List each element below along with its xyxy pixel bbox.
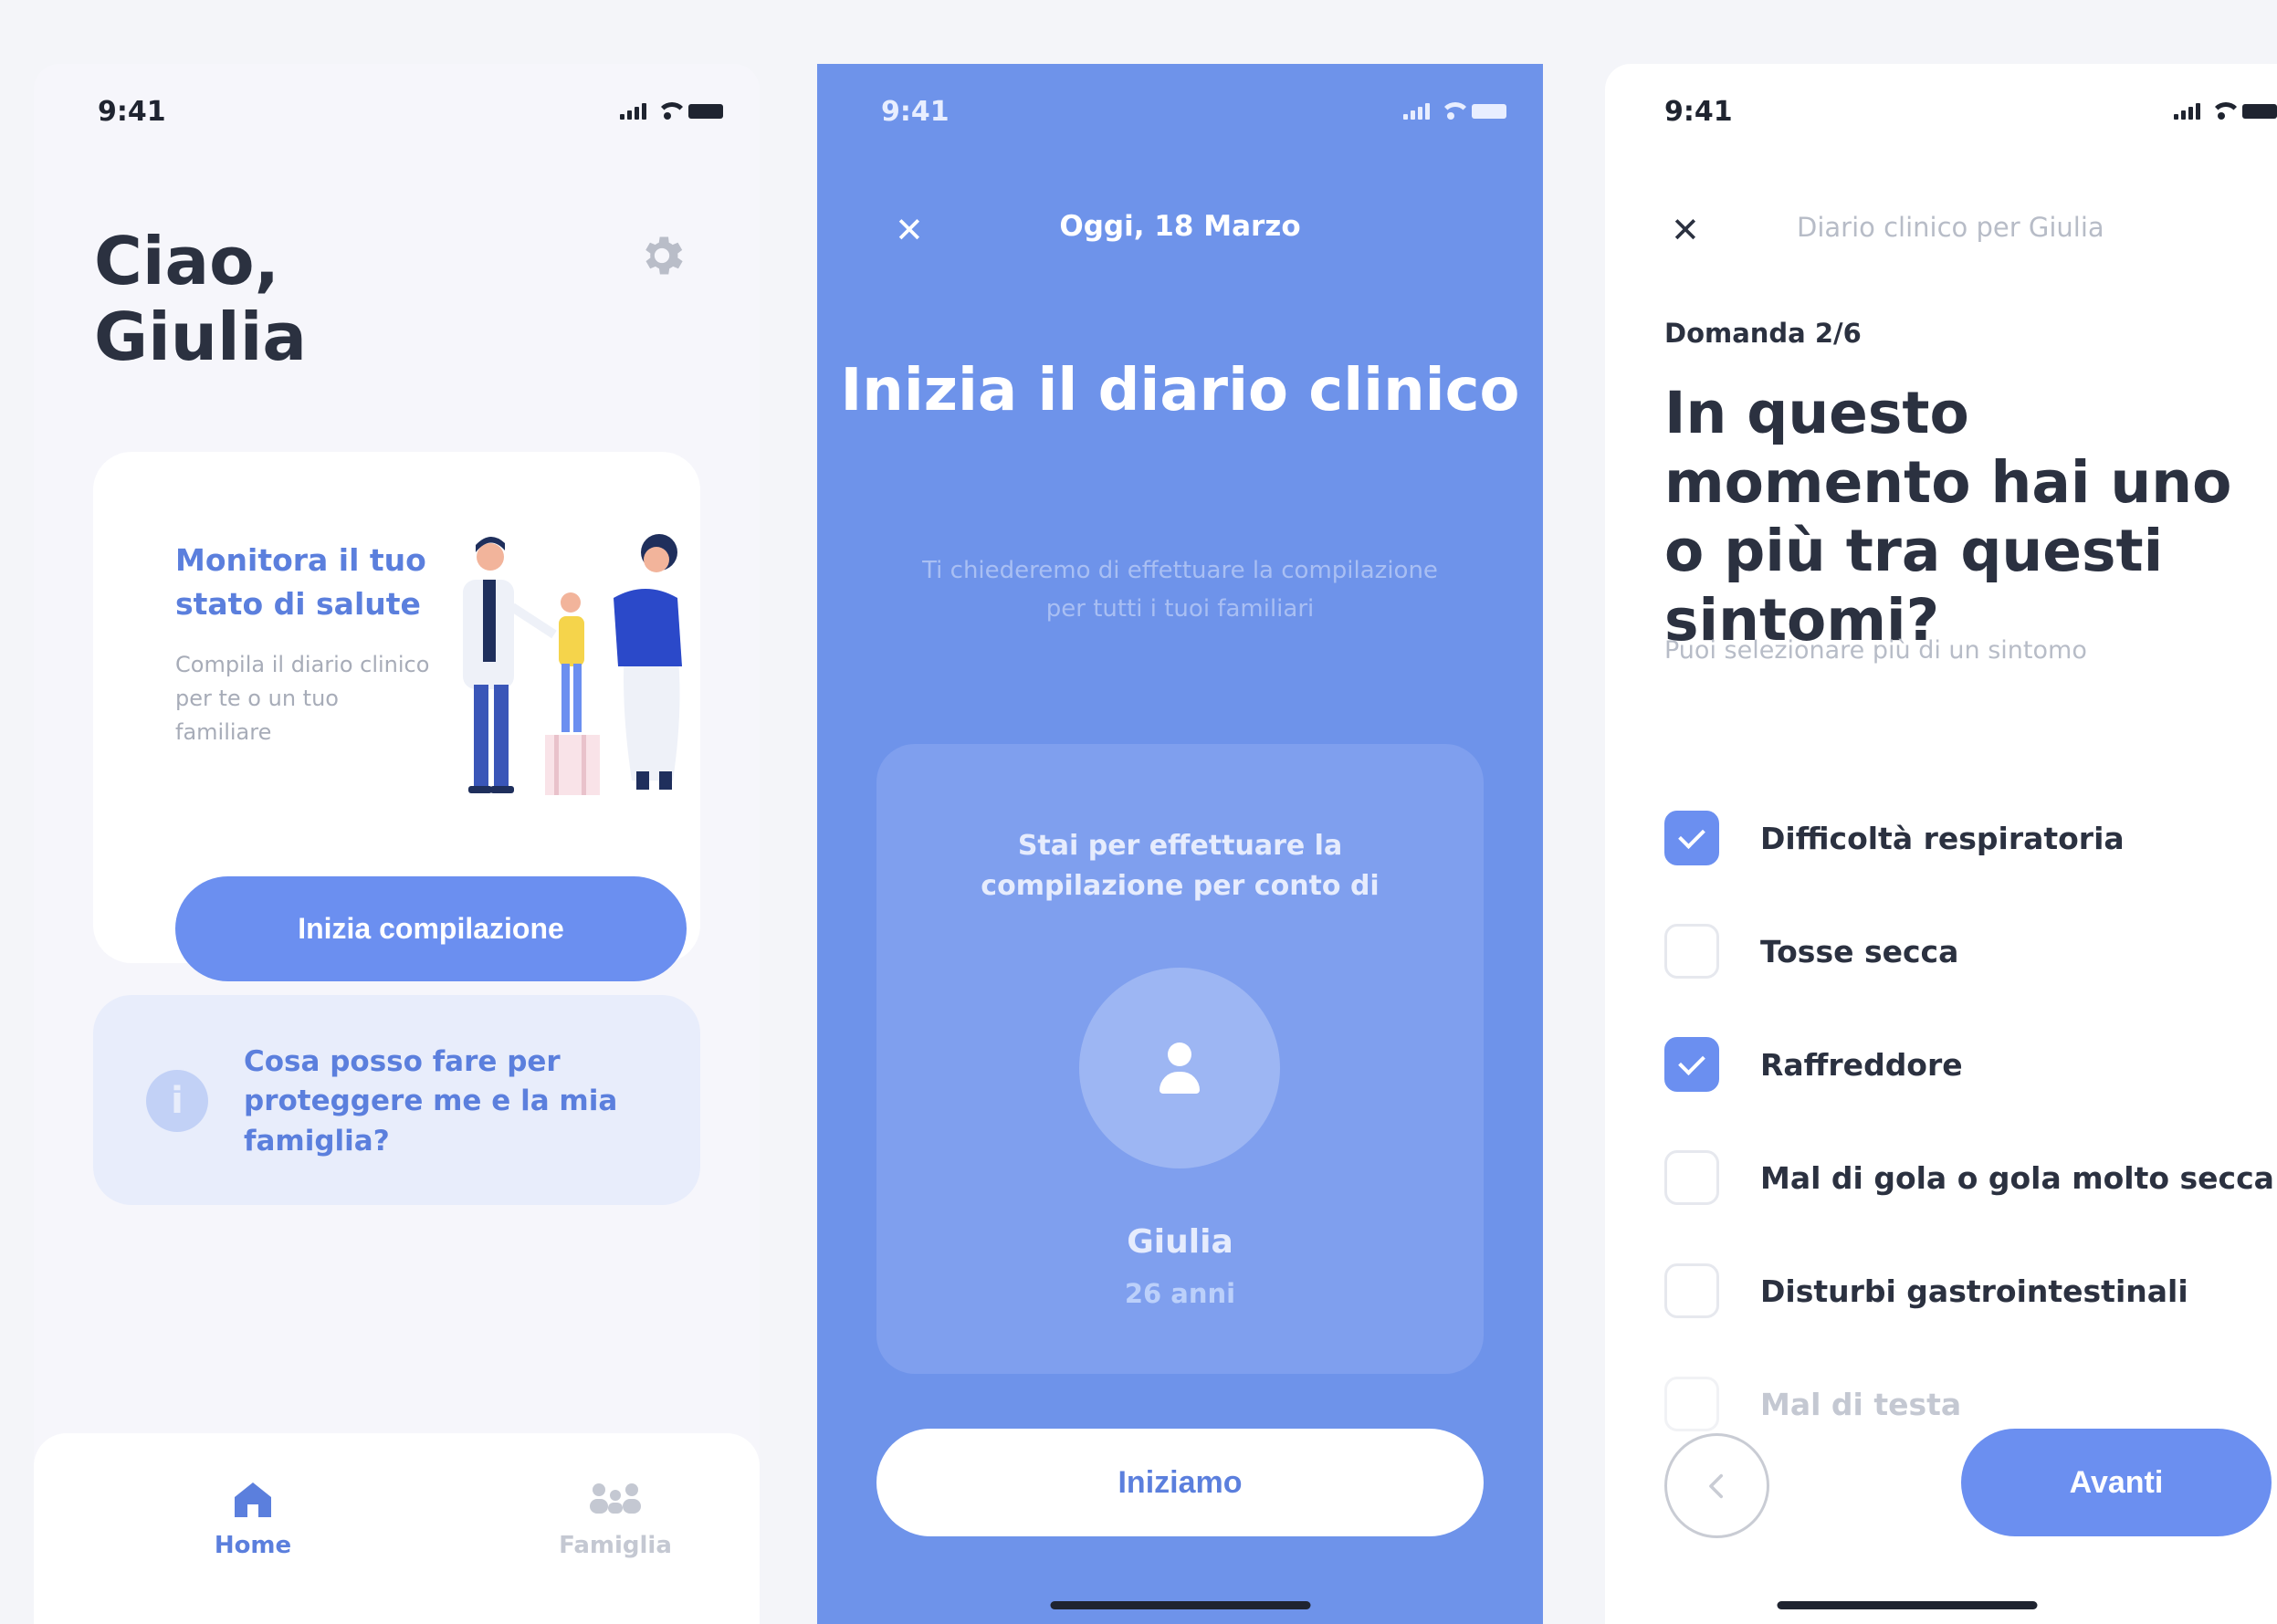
back-button[interactable]: [1664, 1433, 1769, 1538]
checkbox[interactable]: [1664, 1377, 1719, 1431]
symptoms-screen: 9:41 ✕ Diario clinico per Giulia Domanda…: [1605, 64, 2277, 1624]
battery-icon: [2242, 104, 2277, 119]
user-icon: [1168, 1043, 1191, 1066]
status-time: 9:41: [881, 95, 950, 128]
symptom-label: Difficoltà respiratoria: [1760, 820, 2125, 856]
monitor-card-description: Compila il diario clinico per te o un tu…: [175, 652, 430, 746]
next-button[interactable]: Avanti: [1961, 1429, 2272, 1536]
status-bar: 9:41: [1664, 93, 2277, 130]
status-bar: 9:41: [881, 93, 1506, 130]
symptom-option[interactable]: Mal di testa: [1664, 1372, 2277, 1436]
symptom-option[interactable]: Raffreddore: [1664, 1032, 2277, 1096]
start-diary-screen: 9:41 ✕ Oggi, 18 Marzo Inizia il diario c…: [817, 64, 1543, 1624]
close-icon[interactable]: ✕: [1671, 210, 1700, 250]
profile-name: Giulia: [1127, 1223, 1233, 1261]
symptom-label: Mal di gola o gola molto secca: [1760, 1159, 2274, 1196]
tab-home[interactable]: Home: [162, 1479, 344, 1559]
question-hint: Puoi selezionare più di un sintomo: [1664, 636, 2087, 665]
avatar: [1079, 968, 1280, 1168]
home-screen: 9:41 Ciao, Giulia Monitora il tuo stato …: [34, 64, 760, 1624]
home-icon: [235, 1483, 271, 1517]
symptom-label: Disturbi gastrointestinali: [1760, 1273, 2188, 1309]
checkbox-checked[interactable]: [1664, 811, 1719, 865]
status-bar: 9:41: [98, 93, 723, 130]
status-time: 9:41: [98, 95, 166, 128]
status-icons: [620, 102, 723, 120]
doctor-family-illustration: [463, 534, 682, 795]
symptom-label: Raffreddore: [1760, 1046, 1963, 1083]
wifi-icon: [2209, 102, 2241, 120]
question-title: In questo momento hai uno o più tra ques…: [1664, 380, 2232, 654]
status-icons: [2174, 102, 2277, 120]
signal-icon: [2174, 103, 2200, 120]
tab-home-label: Home: [214, 1532, 292, 1559]
tab-family-label: Famiglia: [559, 1532, 672, 1559]
profile-box-text: Stai per effettuare la compilazione per …: [981, 830, 1380, 902]
start-compilation-button[interactable]: Inizia compilazione: [175, 876, 687, 981]
wifi-icon: [1439, 102, 1471, 120]
wifi-icon: [656, 102, 687, 120]
symptom-label: Mal di testa: [1760, 1386, 1962, 1422]
monitor-card-title: Monitora il tuo stato di salute: [175, 542, 426, 622]
symptom-option[interactable]: Disturbi gastrointestinali: [1664, 1259, 2277, 1323]
info-card-text: Cosa posso fare per proteggere me e la m…: [244, 1045, 618, 1158]
home-indicator: [1777, 1601, 2038, 1609]
symptom-option[interactable]: Tosse secca: [1664, 919, 2277, 983]
info-card[interactable]: i Cosa posso fare per proteggere me e la…: [93, 995, 700, 1205]
start-button[interactable]: Iniziamo: [876, 1429, 1484, 1536]
symptom-label: Tosse secca: [1760, 933, 1959, 969]
checkbox[interactable]: [1664, 1150, 1719, 1205]
checkbox[interactable]: [1664, 924, 1719, 979]
greeting-title: Ciao, Giulia: [94, 223, 307, 375]
tab-bar: Home Famiglia: [34, 1433, 760, 1624]
checkbox[interactable]: [1664, 1263, 1719, 1318]
gear-icon[interactable]: [636, 230, 687, 281]
question-step: Domanda 2/6: [1664, 318, 1862, 349]
diary-date: Oggi, 18 Marzo: [1059, 210, 1301, 243]
symptom-option[interactable]: Difficoltà respiratoria: [1664, 806, 2277, 870]
chevron-left-icon: [1708, 1473, 1723, 1498]
battery-icon: [1472, 104, 1506, 119]
family-icon: [590, 1483, 641, 1514]
home-indicator: [1050, 1601, 1310, 1609]
screen-header: Diario clinico per Giulia: [1797, 212, 2104, 243]
tab-family[interactable]: Famiglia: [524, 1479, 707, 1559]
status-time: 9:41: [1664, 95, 1733, 128]
profile-box: Stai per effettuare la compilazione per …: [876, 744, 1484, 1374]
profile-age: 26 anni: [1124, 1278, 1236, 1309]
battery-icon: [688, 104, 723, 119]
signal-icon: [1403, 103, 1430, 120]
status-icons: [1403, 102, 1506, 120]
info-icon: i: [146, 1070, 208, 1132]
diary-title: Inizia il diario clinico: [840, 357, 1520, 424]
monitor-card: Monitora il tuo stato di salute Compila …: [93, 452, 700, 981]
diary-subtitle: Ti chiederemo di effettuare la compilazi…: [922, 557, 1438, 623]
symptom-option[interactable]: Mal di gola o gola molto secca: [1664, 1146, 2277, 1210]
signal-icon: [620, 103, 646, 120]
checkbox-checked[interactable]: [1664, 1037, 1719, 1092]
